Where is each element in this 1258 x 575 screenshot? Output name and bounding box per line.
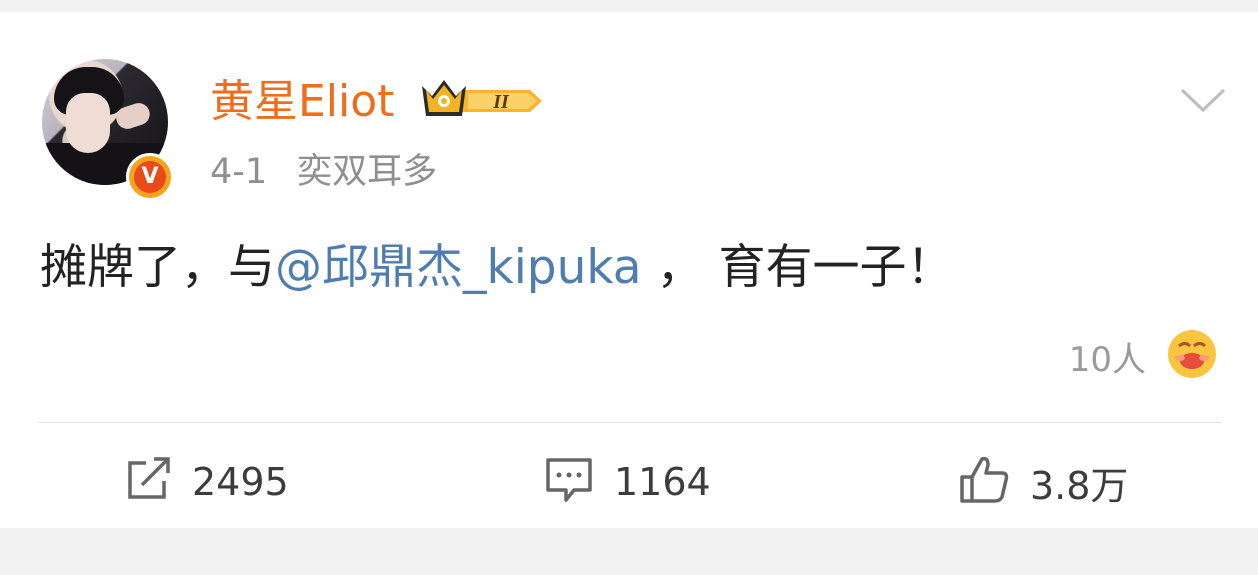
reaction-summary[interactable]: 10人 [1069,328,1218,384]
post-text: 摊牌了，与@邱鼎杰_kipuka ， 育有一子！ [40,240,954,295]
crown-badge-icon[interactable]: II [418,76,548,130]
verified-v-icon: V [126,153,174,201]
repost-button[interactable]: 2495 [124,452,289,512]
post-source[interactable]: 奕双耳多 [297,152,437,192]
post-meta: 4-1 奕双耳多 [210,150,437,194]
like-count: 3.8万 [1030,463,1129,508]
comment-count: 1164 [614,460,711,504]
mention-link[interactable]: @邱鼎杰_kipuka [275,240,642,295]
chevron-down-icon[interactable] [1180,86,1226,120]
comment-button[interactable]: 1164 [544,452,711,512]
repost-icon [124,457,172,507]
repost-count: 2495 [192,460,289,504]
reaction-count: 10人 [1068,339,1146,380]
weibo-post-card: V 黄星Eliot II 4-1 奕双耳多 摊牌了，与@邱鼎杰_kipuka ， … [0,12,1258,528]
like-button[interactable]: 3.8万 [958,452,1128,512]
divider [38,422,1222,423]
like-icon [958,455,1010,509]
member-level-label: II [492,91,510,113]
author-name[interactable]: 黄星Eliot [210,74,394,130]
post-time: 4-1 [210,152,268,192]
comment-icon [544,456,594,508]
reaction-emoji-icon [1166,328,1218,384]
